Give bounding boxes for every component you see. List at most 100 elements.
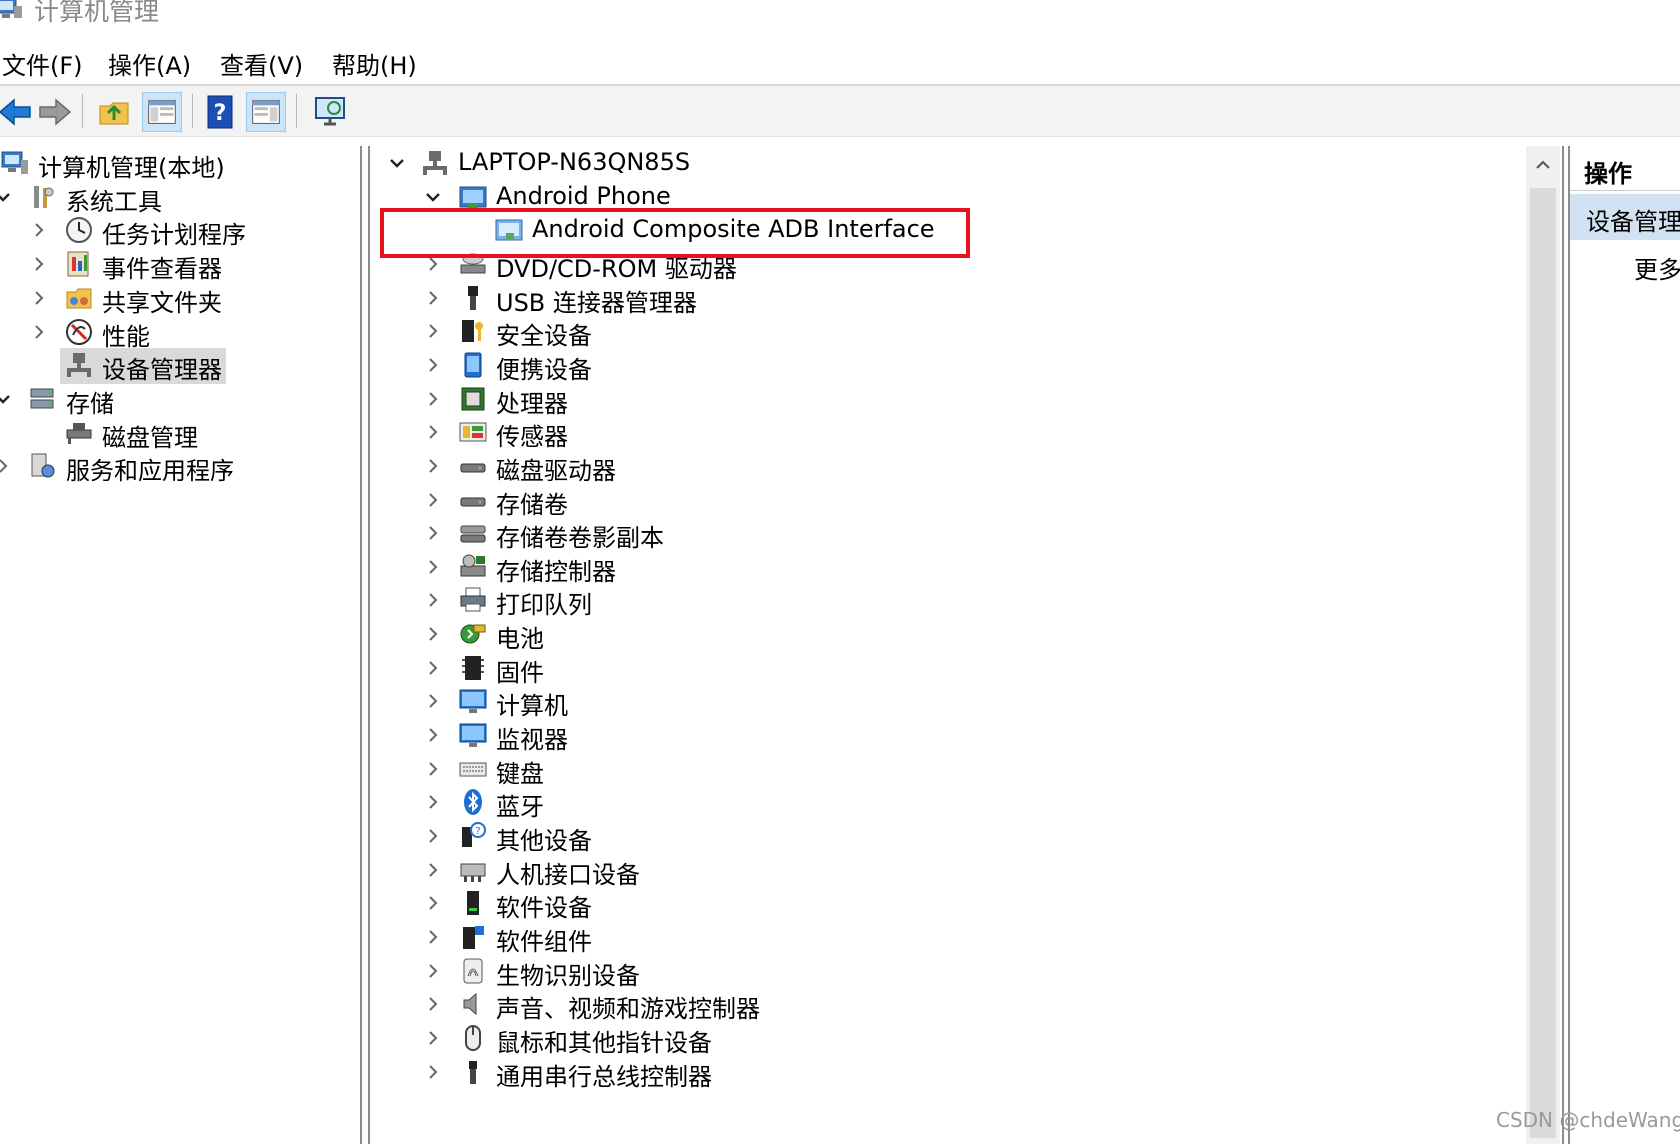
chevron-right-icon[interactable] (422, 993, 444, 1015)
chevron-right-icon[interactable] (422, 825, 444, 847)
chevron-right-icon[interactable] (422, 657, 444, 679)
chevron-right-icon[interactable] (422, 522, 444, 544)
tree-item[interactable]: 计算机管理(本地) (0, 146, 358, 182)
usb-icon (458, 283, 488, 313)
menu-file[interactable]: 文件(F) (2, 46, 83, 81)
chevron-right-icon[interactable] (422, 388, 444, 410)
tree-item[interactable]: 事件查看器 (0, 247, 358, 283)
tree-item[interactable]: 系统工具 (0, 180, 358, 216)
device-category[interactable]: 传感器 (370, 415, 1520, 451)
device-label: 键盘 (496, 759, 544, 788)
tree-item-label: 系统工具 (66, 187, 162, 216)
device-category[interactable]: 安全设备 (370, 314, 1520, 350)
device-category[interactable]: 固件 (370, 651, 1520, 687)
device-category[interactable]: 打印队列 (370, 583, 1520, 619)
device-label: 软件设备 (496, 894, 592, 923)
show-hide-action-pane-icon[interactable] (246, 92, 286, 132)
chevron-right-icon[interactable] (422, 623, 444, 645)
chevron-right-icon[interactable] (422, 287, 444, 309)
chevron-right-icon[interactable] (422, 758, 444, 780)
chevron-down-icon[interactable] (0, 186, 14, 208)
tree-item[interactable]: 设备管理器 (0, 348, 358, 385)
device-category[interactable]: 声音、视频和游戏控制器 (370, 987, 1520, 1023)
console-tree-pane: 计算机管理(本地) 系统工具 任务计划程序 事件查看器 共享文件夹 性能 设备管理器 存储 磁盘… (0, 146, 362, 1144)
device-category[interactable]: 磁盘驱动器 (370, 449, 1520, 485)
chevron-right-icon[interactable] (422, 892, 444, 914)
toolbar: ? (0, 86, 1680, 137)
chevron-right-icon[interactable] (422, 556, 444, 578)
chevron-right-icon[interactable] (422, 724, 444, 746)
chevron-right-icon[interactable] (422, 589, 444, 611)
chevron-right-icon[interactable] (0, 455, 14, 477)
device-category[interactable]: 通用串行总线控制器 (370, 1055, 1520, 1091)
device-category[interactable]: 生物识别设备 (370, 954, 1520, 990)
more-actions-link[interactable]: 更多操作 (1634, 250, 1680, 285)
chevron-right-icon[interactable] (422, 960, 444, 982)
chevron-right-icon[interactable] (422, 489, 444, 511)
tree-item[interactable]: 共享文件夹 (0, 281, 358, 317)
device-label: 计算机 (496, 692, 568, 721)
chevron-right-icon[interactable] (28, 253, 50, 275)
back-arrow-icon[interactable] (0, 92, 36, 132)
chevron-down-icon[interactable] (386, 152, 408, 174)
software-component-icon (458, 922, 488, 952)
chevron-right-icon[interactable] (422, 320, 444, 342)
chevron-right-icon[interactable] (422, 859, 444, 881)
chevron-right-icon[interactable] (422, 1027, 444, 1049)
chevron-right-icon[interactable] (28, 219, 50, 241)
tree-item[interactable]: 服务和应用程序 (0, 449, 358, 485)
device-category[interactable]: 处理器 (370, 382, 1520, 418)
chevron-right-icon[interactable] (422, 354, 444, 376)
device-label: 处理器 (496, 389, 568, 418)
chevron-right-icon[interactable] (422, 690, 444, 712)
device-label: USB 连接器管理器 (496, 288, 697, 317)
chevron-down-icon[interactable] (422, 186, 444, 208)
computer-icon (458, 686, 488, 716)
device-category[interactable]: 人机接口设备 (370, 853, 1520, 889)
chevron-down-icon[interactable] (0, 388, 14, 410)
device-category[interactable]: 存储卷 (370, 483, 1520, 519)
chevron-right-icon[interactable] (422, 421, 444, 443)
device-category[interactable]: 软件设备 (370, 886, 1520, 922)
help-icon[interactable]: ? (200, 92, 240, 132)
tree-item[interactable]: 磁盘管理 (0, 416, 358, 452)
monitor-icon[interactable] (310, 92, 350, 132)
device-category[interactable]: 蓝牙 (370, 785, 1520, 821)
menu-view[interactable]: 查看(V) (220, 46, 303, 81)
scroll-up-arrow-icon[interactable] (1532, 154, 1554, 176)
tree-item[interactable]: 性能 (0, 315, 358, 351)
tree-item[interactable]: 任务计划程序 (0, 213, 358, 249)
chevron-right-icon[interactable] (422, 455, 444, 477)
device-category[interactable]: ? 其他设备 (370, 819, 1520, 855)
device-label: 存储控制器 (496, 557, 616, 586)
chevron-right-icon[interactable] (28, 321, 50, 343)
device-category[interactable]: USB 连接器管理器 (370, 281, 1520, 317)
device-tree-root[interactable]: LAPTOP-N63QN85S (370, 146, 1520, 182)
actions-section-device-manager[interactable]: 设备管理器 (1570, 194, 1680, 240)
device-category[interactable]: 便携设备 (370, 348, 1520, 384)
tree-item[interactable]: 存储 (0, 382, 358, 418)
menu-action[interactable]: 操作(A) (108, 46, 191, 81)
vertical-scrollbar[interactable] (1526, 146, 1560, 1144)
menu-help[interactable]: 帮助(H) (332, 46, 417, 81)
device-category[interactable]: 软件组件 (370, 920, 1520, 956)
device-category[interactable]: 存储卷卷影副本 (370, 516, 1520, 552)
device-category[interactable]: 鼠标和其他指针设备 (370, 1021, 1520, 1057)
chevron-right-icon[interactable] (28, 287, 50, 309)
device-category[interactable]: 键盘 (370, 752, 1520, 788)
system-tools-icon (28, 182, 58, 212)
device-category[interactable]: 电池 (370, 617, 1520, 653)
device-category[interactable]: 存储控制器 (370, 550, 1520, 586)
scrollbar-track[interactable] (1530, 188, 1556, 1138)
device-category[interactable]: 计算机 (370, 684, 1520, 720)
chevron-right-icon[interactable] (422, 791, 444, 813)
chevron-right-icon[interactable] (422, 926, 444, 948)
up-folder-icon[interactable] (94, 92, 134, 132)
bluetooth-icon (458, 787, 488, 817)
chevron-right-icon[interactable] (422, 1061, 444, 1083)
show-hide-console-tree-icon[interactable] (142, 92, 182, 132)
device-category[interactable]: 监视器 (370, 718, 1520, 754)
forward-arrow-icon[interactable] (34, 92, 74, 132)
device-label: 人机接口设备 (496, 860, 640, 889)
device-label: 软件组件 (496, 927, 592, 956)
